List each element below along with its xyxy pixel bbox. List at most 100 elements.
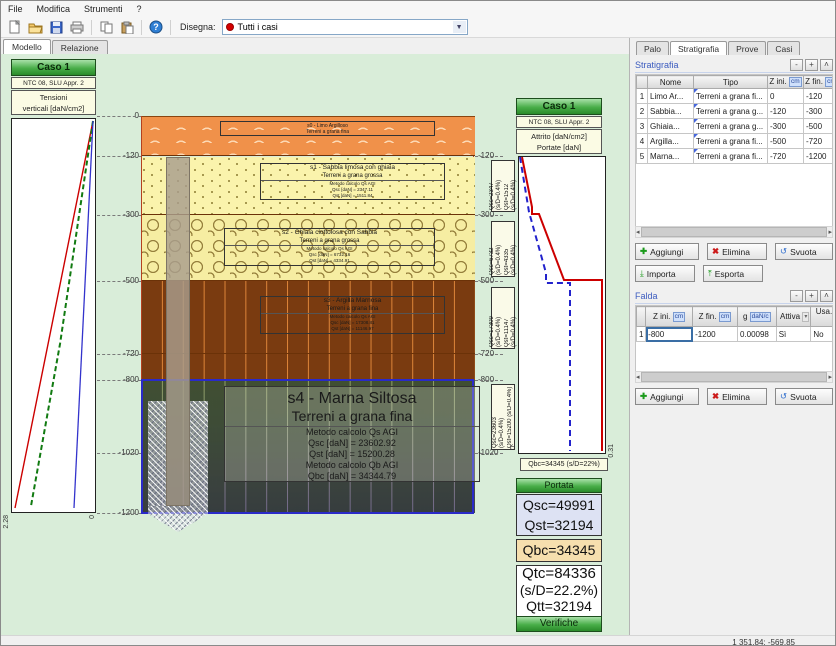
- svg-text:?: ?: [153, 22, 159, 32]
- row-number[interactable]: 3: [637, 119, 648, 134]
- group-minus-button[interactable]: -: [790, 290, 803, 302]
- s4-qbc: Qbc [daN] = 34344.79: [225, 471, 479, 482]
- menu-file[interactable]: File: [1, 3, 30, 15]
- cell-zini[interactable]: -500: [768, 134, 804, 149]
- rot-label-s1: Qsc=2347 (s/D=0.4%) Qst=1512 (s/D=0.4%): [491, 160, 515, 212]
- copy-icon[interactable]: [97, 19, 115, 36]
- scroll-left-icon[interactable]: ◂: [636, 228, 640, 236]
- falda-col-zfin-unit[interactable]: cm: [719, 312, 732, 322]
- row-number[interactable]: 4: [637, 134, 648, 149]
- portata-qsc: Qsc=49991: [517, 495, 601, 515]
- tab-casi[interactable]: Casi: [767, 41, 800, 55]
- save-icon[interactable]: [47, 19, 65, 36]
- group-collapse-button[interactable]: ˄: [820, 59, 833, 71]
- cell-zfin[interactable]: -120: [804, 89, 834, 104]
- cell-zini[interactable]: -120: [768, 104, 804, 119]
- new-file-icon[interactable]: [5, 19, 23, 36]
- plus-icon: ✚: [640, 246, 647, 257]
- falda-col-zini-unit[interactable]: cm: [673, 312, 686, 322]
- cell-gamma[interactable]: 0.00098: [737, 327, 776, 342]
- cell-tipo[interactable]: Terreni a grana g...: [694, 104, 768, 119]
- aggiungi-button[interactable]: ✚Aggiungi: [635, 243, 699, 260]
- cell-usa[interactable]: No: [811, 327, 833, 342]
- tab-palo[interactable]: Palo: [636, 41, 669, 55]
- falda-col-zfin-label: Z fin.: [699, 312, 717, 321]
- falda-col-g-unit[interactable]: daN/c: [750, 312, 771, 322]
- cell-nome[interactable]: Sabbia...: [648, 104, 694, 119]
- cell-zini[interactable]: -300: [768, 119, 804, 134]
- left-chart-subtitle-line1: Tensioni: [12, 92, 95, 103]
- cell-tipo-text: Terreni a grana fi...: [696, 152, 763, 161]
- cell-attiva[interactable]: Sì: [776, 327, 811, 342]
- tab-stratigrafia[interactable]: Stratigrafia: [670, 41, 727, 55]
- rot-label-s2: Qsc=6732 (s/D=0.4%) Qst=4335 (s/D=0.4%): [491, 221, 515, 277]
- group-minus-button[interactable]: -: [790, 59, 803, 71]
- s2-type: Terreni a grana grossa: [225, 237, 434, 246]
- row-number[interactable]: 1: [637, 89, 648, 104]
- svuota-button[interactable]: ↺Svuota: [775, 243, 833, 260]
- falda-aggiungi-button[interactable]: ✚Aggiungi: [635, 388, 699, 405]
- importa-button[interactable]: ⤓Importa: [635, 265, 695, 282]
- depth-tickline: [475, 281, 503, 282]
- group-plus-button[interactable]: +: [805, 290, 818, 302]
- row-number[interactable]: 2: [637, 104, 648, 119]
- cell-zfin[interactable]: -500: [804, 119, 834, 134]
- tab-relazione[interactable]: Relazione: [52, 40, 108, 54]
- cell-zini[interactable]: -720: [768, 149, 804, 164]
- elimina-button[interactable]: ✖Elimina: [707, 243, 767, 260]
- cell-nome[interactable]: Marna...: [648, 149, 694, 164]
- aggiungi-label: Aggiungi: [650, 247, 683, 257]
- cell-tipo[interactable]: Terreni a grana fi...: [694, 134, 768, 149]
- verifiche-header[interactable]: Verifiche: [516, 616, 602, 632]
- cell-zini[interactable]: 0: [768, 89, 804, 104]
- help-icon[interactable]: ?: [147, 19, 165, 36]
- chevron-down-icon[interactable]: ▼: [453, 21, 466, 33]
- cell-zfin[interactable]: -1200: [693, 327, 738, 342]
- cell-zfin[interactable]: -1200: [804, 149, 834, 164]
- cell-tipo[interactable]: Terreni a grana fi...: [694, 149, 768, 164]
- scroll-left-icon[interactable]: ◂: [636, 373, 640, 381]
- menu-strumenti[interactable]: Strumenti: [77, 3, 130, 15]
- falda-elimina-button[interactable]: ✖Elimina: [707, 388, 767, 405]
- open-folder-icon[interactable]: [26, 19, 44, 36]
- s3-type: Terreni a grana fina: [261, 305, 444, 314]
- cell-tipo-text: Terreni a grana fi...: [696, 92, 763, 101]
- drawing-canvas[interactable]: Caso 1 NTC 08, SLU Appr. 2 Tensioni vert…: [1, 54, 629, 635]
- falda-horizontal-scrollbar[interactable]: ◂▸: [635, 371, 833, 383]
- scroll-right-icon[interactable]: ▸: [828, 228, 832, 236]
- group-collapse-button[interactable]: ˄: [820, 290, 833, 302]
- cell-nome[interactable]: Argilla...: [648, 134, 694, 149]
- falda-svuota-button[interactable]: ↺Svuota: [775, 388, 833, 405]
- scroll-right-icon[interactable]: ▸: [828, 373, 832, 381]
- cell-zfin[interactable]: -300: [804, 104, 834, 119]
- s4-type: Terreni a grana fina: [225, 408, 479, 427]
- s2-qst: Qst [daN] = 4334.91: [225, 258, 434, 264]
- col-zini: Z ini. cm: [768, 76, 804, 89]
- col-zini-label: Z ini.: [769, 77, 786, 86]
- cell-nome[interactable]: Limo Ar...: [648, 89, 694, 104]
- paste-icon[interactable]: [118, 19, 136, 36]
- tab-modello[interactable]: Modello: [3, 39, 51, 54]
- row-number[interactable]: 5: [637, 149, 648, 164]
- right-chart-subtitle-line2: Portate [daN]: [517, 142, 601, 153]
- group-plus-button[interactable]: +: [805, 59, 818, 71]
- print-icon[interactable]: [68, 19, 86, 36]
- strat-horizontal-scrollbar[interactable]: ◂▸: [635, 226, 833, 238]
- s3-name: s3 - Argilla Marnosa: [261, 297, 444, 305]
- cell-nome[interactable]: Ghiaia...: [648, 119, 694, 134]
- row-number[interactable]: 1: [637, 327, 646, 342]
- esporta-button[interactable]: ⤒Esporta: [703, 265, 763, 282]
- cell-tipo[interactable]: Terreni a grana g...: [694, 119, 768, 134]
- menu-modifica[interactable]: Modifica: [30, 3, 78, 15]
- cell-zfin[interactable]: -720: [804, 134, 834, 149]
- cell-tipo[interactable]: Terreni a grana fi...: [694, 89, 768, 104]
- depth-tickline: [475, 354, 503, 355]
- disegna-combobox[interactable]: Tutti i casi ▼: [222, 19, 468, 35]
- cell-zini-selected[interactable]: -800: [646, 327, 693, 342]
- right-chart-norm: NTC 08, SLU Appr. 2: [516, 116, 602, 128]
- col-zfin-unit[interactable]: cm: [825, 77, 833, 87]
- menu-help[interactable]: ?: [130, 3, 149, 15]
- col-zini-unit[interactable]: cm: [789, 77, 802, 87]
- left-plot-axis-min: 0: [89, 515, 96, 519]
- tab-prove[interactable]: Prove: [728, 41, 766, 55]
